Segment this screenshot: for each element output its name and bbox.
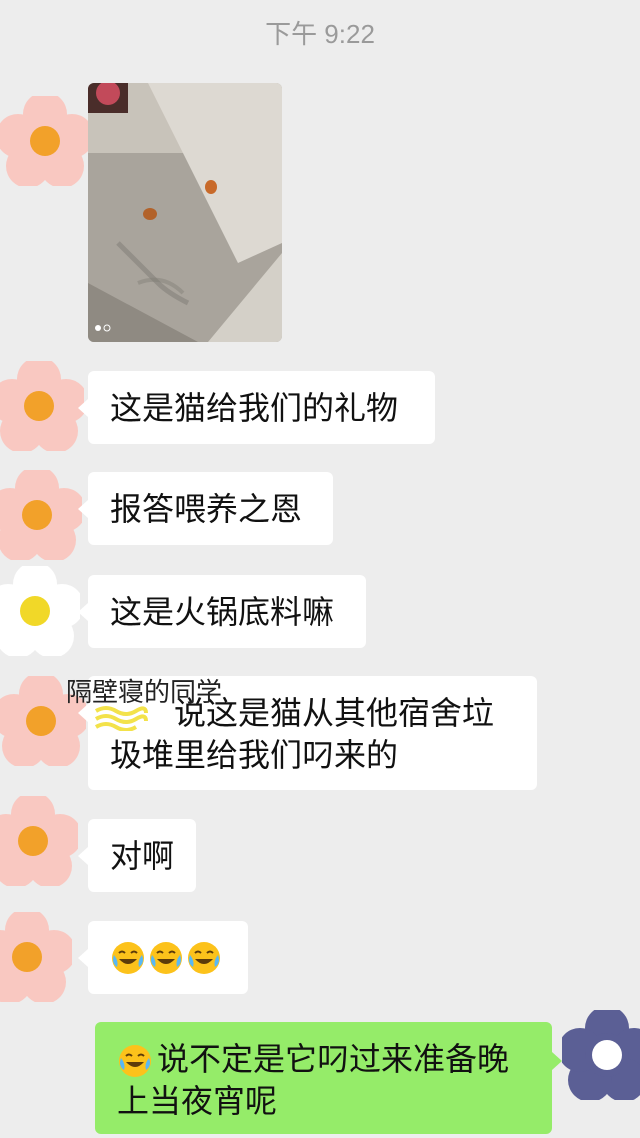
message-text-line: 上当夜宵呢 — [117, 1082, 278, 1120]
redaction-scribble — [94, 706, 148, 731]
avatar-flower-white[interactable] — [0, 566, 80, 656]
avatar-flower-pink[interactable] — [0, 96, 90, 186]
message-bubble-own[interactable]: 说不定是它叼过来准备晚 上当夜宵呢 — [95, 1022, 562, 1134]
message-text: 说不定是它叼过来准备晚 — [157, 1040, 510, 1078]
message-text: 这是猫给我们的礼物 — [110, 388, 399, 427]
message-text-line: 说不定是它叼过来准备晚 — [117, 1038, 509, 1080]
avatar-flower-pink[interactable] — [0, 912, 72, 1002]
avatar-flower-pink[interactable] — [0, 361, 84, 451]
crying-laughing-emoji — [117, 1043, 153, 1079]
message-bubble[interactable]: 这是猫给我们的礼物 — [78, 371, 435, 444]
message-text: 报答喂养之恩 — [110, 489, 303, 528]
message-text: 这是火锅底料嘛 — [110, 592, 335, 631]
crying-laughing-emoji — [186, 940, 222, 976]
crying-laughing-emoji — [110, 940, 146, 976]
message-bubble[interactable] — [78, 921, 248, 994]
message-text-line: 圾堆里给我们叼来的 — [110, 736, 399, 774]
avatar-flower-pink[interactable] — [0, 796, 78, 886]
crying-laughing-emoji — [148, 940, 184, 976]
cat-gift-photo[interactable] — [88, 83, 282, 342]
avatar-flower-blue[interactable] — [562, 1010, 640, 1100]
message-bubble[interactable]: 这是火锅底料嘛 — [78, 575, 366, 648]
message-bubble[interactable]: 对啊 — [78, 819, 196, 892]
message-text: 对啊 — [110, 836, 175, 875]
avatar-flower-pink[interactable] — [0, 470, 82, 560]
timestamp: 下午 9:22 — [265, 19, 375, 49]
message-bubble[interactable]: 报答喂养之恩 — [78, 472, 333, 545]
